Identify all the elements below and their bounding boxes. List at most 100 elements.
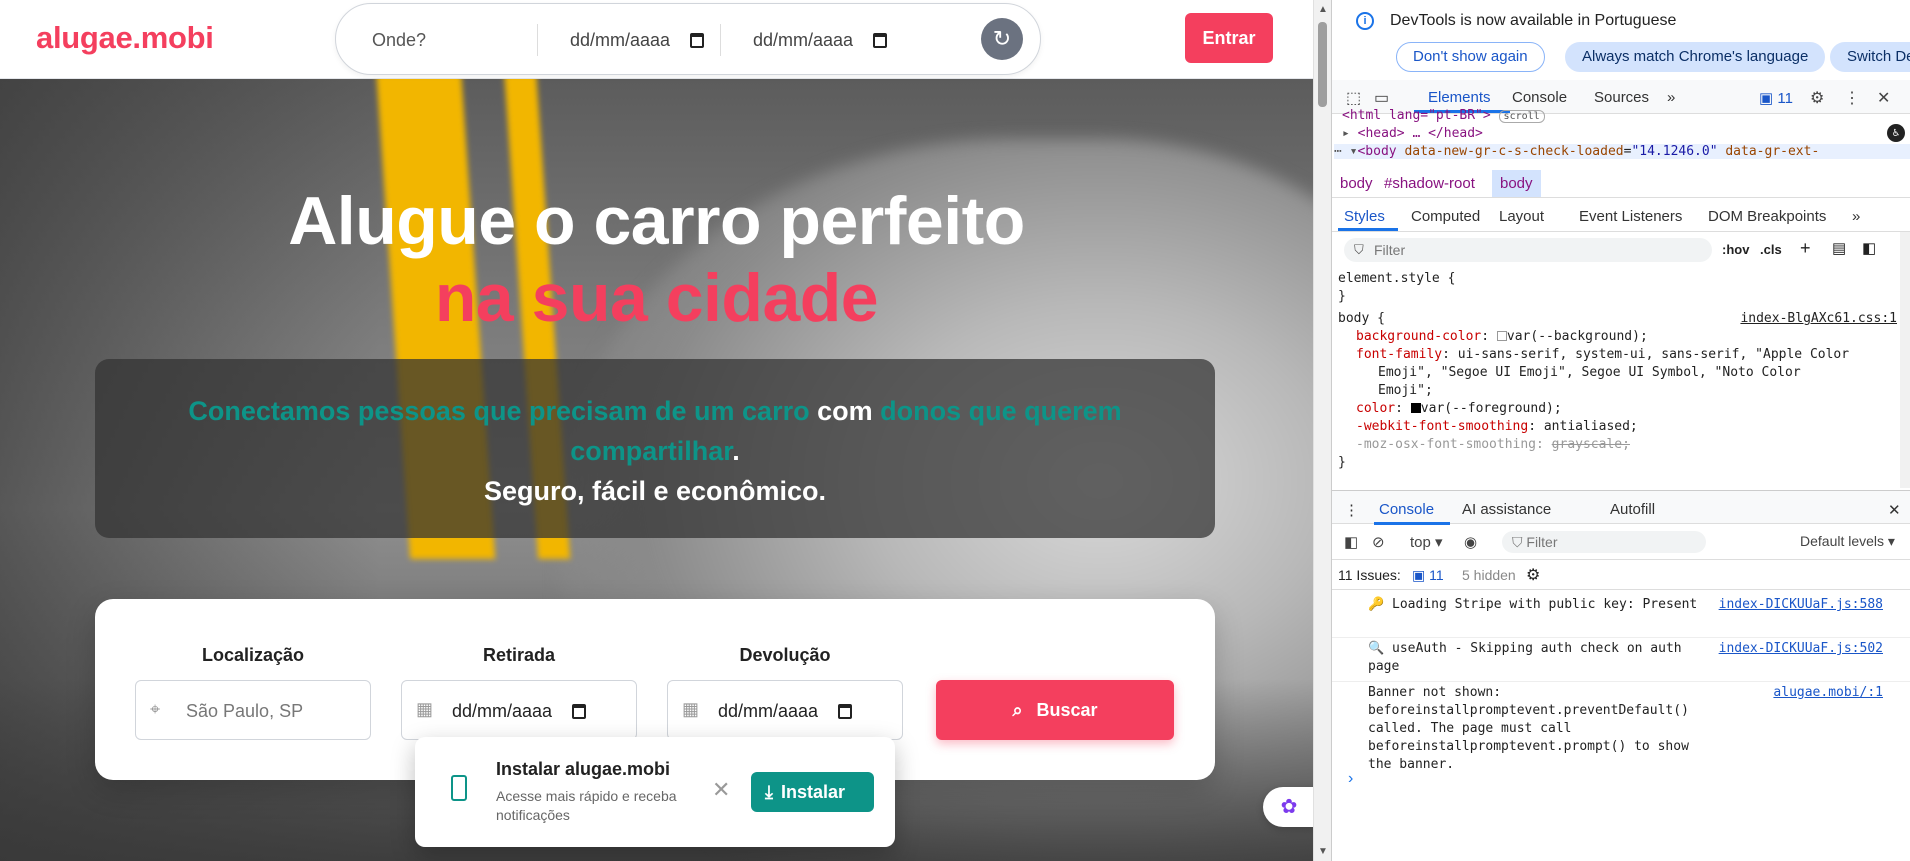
styles-filter-input[interactable]: ⛉ Filter bbox=[1344, 238, 1712, 262]
add-rule-icon[interactable]: + bbox=[1800, 238, 1811, 259]
class-toggle[interactable]: .cls bbox=[1760, 242, 1782, 257]
more-subtabs-icon[interactable]: » bbox=[1852, 208, 1860, 225]
calendar-icon: ▦ bbox=[416, 699, 434, 719]
hover-state-toggle[interactable]: :hov bbox=[1722, 242, 1749, 257]
breadcrumb-item[interactable]: body bbox=[1340, 175, 1373, 192]
divider bbox=[1332, 637, 1910, 638]
scroll-down-arrow-icon[interactable]: ▼ bbox=[1318, 846, 1328, 857]
close-devtools-icon[interactable]: ✕ bbox=[1877, 88, 1890, 108]
drawer-tab-autofill[interactable]: Autofill bbox=[1610, 501, 1655, 518]
login-button[interactable]: Entrar bbox=[1185, 13, 1273, 63]
dom-head-line[interactable]: ▸ <head> … </head> bbox=[1342, 126, 1483, 141]
return-label: Devolução bbox=[739, 645, 831, 665]
tab-computed[interactable]: Computed bbox=[1411, 208, 1480, 225]
tab-sources[interactable]: Sources bbox=[1594, 89, 1649, 106]
site-logo[interactable]: alugae.mobi bbox=[36, 20, 214, 56]
color-swatch[interactable] bbox=[1496, 331, 1507, 341]
match-language-button[interactable]: Always match Chrome's language bbox=[1565, 42, 1826, 72]
inspect-element-icon[interactable]: ⬚ bbox=[1346, 88, 1361, 108]
css-prop-background-color[interactable]: background-color: var(--background); bbox=[1356, 328, 1648, 346]
log-levels-dropdown[interactable]: Default levels ▾ bbox=[1800, 533, 1895, 550]
clear-console-icon[interactable]: ⊘ bbox=[1372, 533, 1385, 551]
switch-language-button[interactable]: Switch Dev bbox=[1830, 42, 1910, 72]
tab-styles[interactable]: Styles bbox=[1344, 208, 1385, 225]
calendar-icon[interactable] bbox=[838, 704, 853, 719]
install-button[interactable]: ⤓ Instalar bbox=[751, 772, 874, 812]
return-date-input[interactable]: ▦ dd/mm/aaaa bbox=[667, 680, 903, 740]
accessibility-icon[interactable]: ♿ bbox=[1887, 124, 1905, 142]
checkin-date-text: dd/mm/aaaa bbox=[570, 30, 671, 50]
tab-event-listeners[interactable]: Event Listeners bbox=[1579, 208, 1682, 225]
scroll-up-arrow-icon[interactable]: ▲ bbox=[1318, 4, 1328, 15]
css-prop-font-family[interactable]: font-family: ui-sans-serif, system-ui, s… bbox=[1356, 346, 1849, 364]
magnifier-icon: 🔍 bbox=[1368, 641, 1385, 656]
console-source-link[interactable]: index-DICKUUaF.js:588 bbox=[1719, 596, 1883, 614]
where-input[interactable]: Onde? bbox=[372, 30, 426, 51]
checkin-date-input[interactable]: dd/mm/aaaa bbox=[570, 30, 705, 51]
sidebar-toggle-icon[interactable]: ◧ bbox=[1862, 239, 1876, 257]
context-selector[interactable]: top ▾ bbox=[1410, 533, 1443, 551]
banner-text: DevTools is now available in Portuguese bbox=[1390, 12, 1677, 29]
drawer-tab-console[interactable]: Console bbox=[1379, 501, 1434, 518]
location-label: Localização bbox=[201, 645, 305, 665]
location-input[interactable]: ⌖ São Paulo, SP bbox=[135, 680, 371, 740]
issues-count-badge[interactable]: ▣ 11 bbox=[1412, 567, 1444, 584]
tagline: Conectamos pessoas que precisam de um ca… bbox=[95, 391, 1215, 471]
css-prop-color[interactable]: color: var(--foreground); bbox=[1356, 400, 1562, 418]
map-pin-icon: ⌖ bbox=[150, 699, 161, 719]
pickup-label: Retirada bbox=[482, 645, 556, 665]
console-source-link[interactable]: index-DICKUUaF.js:502 bbox=[1719, 640, 1883, 658]
page-scrollbar[interactable]: ▲ ▼ bbox=[1313, 0, 1331, 861]
color-swatch[interactable] bbox=[1410, 403, 1421, 413]
styles-subtabs: Styles Computed Layout Event Listeners D… bbox=[1332, 200, 1910, 232]
settings-gear-icon[interactable]: ⚙ bbox=[1810, 88, 1824, 108]
css-prop-webkit-smoothing[interactable]: -webkit-font-smoothing: antialiased; bbox=[1356, 418, 1638, 436]
breadcrumb-item[interactable]: body bbox=[1492, 170, 1541, 197]
breadcrumb-item[interactable]: #shadow-root bbox=[1384, 175, 1475, 192]
sidebar-toggle-icon[interactable]: ◧ bbox=[1344, 533, 1358, 551]
console-prompt-caret-icon[interactable]: › bbox=[1348, 770, 1353, 788]
pickup-date-input[interactable]: ▦ dd/mm/aaaa bbox=[401, 680, 637, 740]
device-toolbar-icon[interactable]: ▭ bbox=[1374, 88, 1389, 108]
hero-title: Alugue o carro perfeito bbox=[288, 183, 1025, 259]
drawer-menu-icon[interactable]: ⋮ bbox=[1344, 501, 1359, 519]
dom-body-line[interactable]: ⋯ ▾<body data-new-gr-c-s-check-loaded="1… bbox=[1334, 144, 1910, 159]
checkout-date-input[interactable]: dd/mm/aaaa bbox=[753, 30, 888, 51]
assistant-fab-icon[interactable]: ✿ bbox=[1263, 787, 1313, 827]
css-prop-font-family-cont: Emoji", "Segoe UI Emoji", Segoe UI Symbo… bbox=[1378, 365, 1801, 380]
more-tabs-icon[interactable]: » bbox=[1667, 89, 1675, 106]
calendar-icon[interactable] bbox=[690, 33, 705, 48]
element-style-rule[interactable]: element.style { bbox=[1338, 270, 1455, 288]
hidden-issues-label: 5 hidden bbox=[1462, 567, 1516, 583]
css-prop-font-family-cont: Emoji"; bbox=[1378, 383, 1433, 398]
tab-layout[interactable]: Layout bbox=[1499, 208, 1544, 225]
console-settings-gear-icon[interactable]: ⚙ bbox=[1526, 565, 1540, 585]
live-expression-eye-icon[interactable]: ◉ bbox=[1464, 533, 1477, 551]
search-button-label: Buscar bbox=[1036, 700, 1098, 720]
scroll-thumb[interactable] bbox=[1318, 22, 1327, 107]
dom-html-line[interactable]: <html lang="pt-BR"> scroll bbox=[1342, 108, 1545, 123]
close-drawer-icon[interactable]: ✕ bbox=[1888, 501, 1901, 519]
console-source-link[interactable]: alugae.mobi/:1 bbox=[1773, 684, 1883, 702]
calendar-icon[interactable] bbox=[873, 33, 888, 48]
issues-badge[interactable]: ▣ 11 bbox=[1759, 89, 1793, 107]
paint-icon[interactable]: ▤ bbox=[1832, 239, 1846, 257]
download-icon: ⤓ bbox=[765, 782, 773, 802]
tab-dom-breakpoints[interactable]: DOM Breakpoints bbox=[1708, 208, 1826, 225]
more-options-icon[interactable]: ⋮ bbox=[1844, 88, 1860, 108]
divider bbox=[1332, 681, 1910, 682]
calendar-icon[interactable] bbox=[572, 704, 587, 719]
styles-scrollbar[interactable] bbox=[1900, 232, 1910, 488]
tab-elements[interactable]: Elements bbox=[1428, 89, 1491, 106]
body-rule[interactable]: body { bbox=[1338, 310, 1385, 328]
css-source-link[interactable]: index-BlgAXc61.css:1 bbox=[1740, 310, 1897, 328]
console-filter-input[interactable]: ⛉ Filter bbox=[1502, 531, 1706, 553]
drawer-tab-ai-assistance[interactable]: AI assistance bbox=[1462, 501, 1551, 518]
dont-show-again-button[interactable]: Don't show again bbox=[1396, 42, 1545, 72]
filter-icon: ⛉ bbox=[1354, 242, 1364, 257]
close-icon[interactable]: ✕ bbox=[712, 777, 730, 803]
css-prop-moz-smoothing[interactable]: -moz-osx-font-smoothing: grayscale; bbox=[1356, 436, 1630, 454]
tab-console[interactable]: Console bbox=[1512, 89, 1567, 106]
search-button[interactable]: ⌕ Buscar bbox=[936, 680, 1174, 740]
refresh-icon[interactable]: ↻ bbox=[981, 18, 1023, 60]
